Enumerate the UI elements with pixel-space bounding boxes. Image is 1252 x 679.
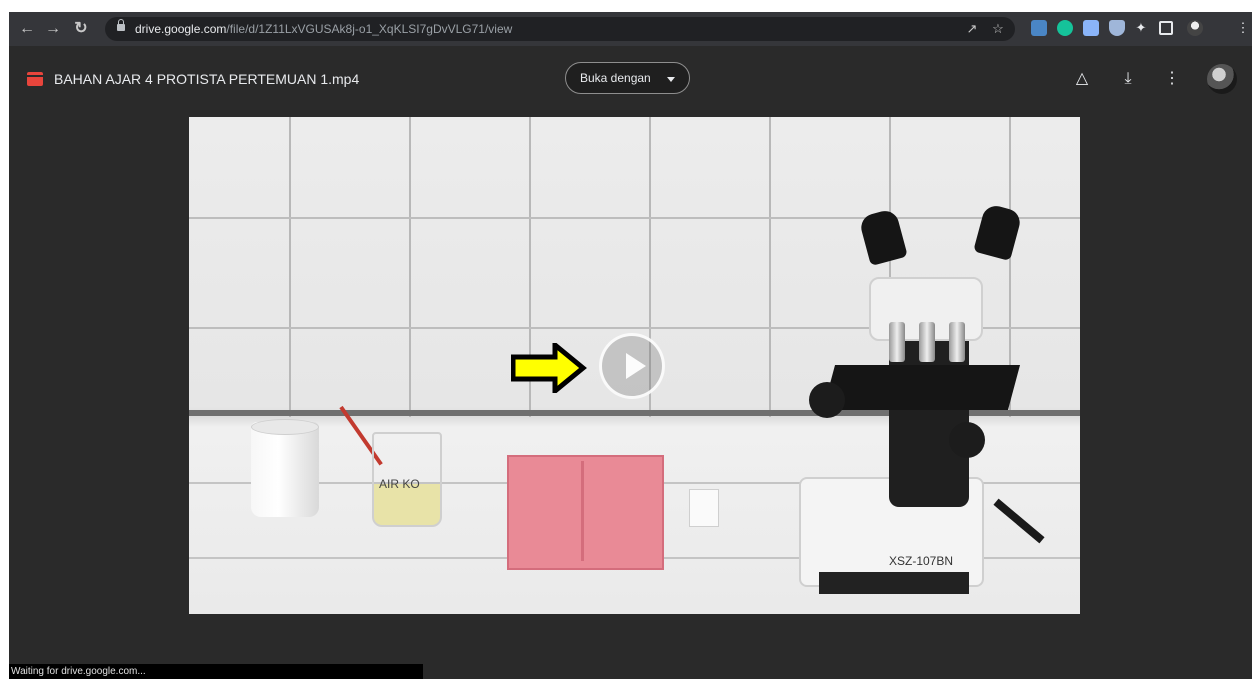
yellow-arrow-icon bbox=[511, 343, 587, 393]
status-bar: Waiting for drive.google.com... bbox=[9, 664, 423, 679]
browser-window: ← → ↻ drive.google.com/file/d/1Z11LxVGUS… bbox=[9, 12, 1252, 679]
sidepanel-icon[interactable] bbox=[1159, 21, 1173, 35]
more-options-icon[interactable]: ⋮ bbox=[1159, 66, 1185, 92]
open-with-button[interactable]: Buka dengan bbox=[565, 62, 690, 94]
focus-knob bbox=[949, 422, 985, 458]
url-host: drive.google.com bbox=[135, 22, 227, 36]
eyepiece-right bbox=[973, 202, 1023, 262]
power-cable bbox=[993, 498, 1045, 544]
puzzle-icon[interactable]: ✦ bbox=[1133, 20, 1149, 36]
microscope-model-label: XSZ-107BN bbox=[889, 554, 954, 568]
reload-icon[interactable]: ↻ bbox=[71, 19, 91, 39]
profile-icon[interactable] bbox=[1187, 20, 1203, 36]
forward-icon[interactable]: → bbox=[43, 19, 63, 39]
tile-line bbox=[289, 117, 291, 417]
microscope-stage bbox=[822, 365, 1021, 410]
white-container-rim bbox=[251, 419, 319, 435]
microscope-foot bbox=[819, 572, 969, 594]
browser-toolbar: ← → ↻ drive.google.com/file/d/1Z11LxVGUS… bbox=[9, 12, 1252, 46]
chevron-down-icon bbox=[667, 77, 675, 82]
url-text[interactable]: drive.google.com/file/d/1Z11LxVGUSAk8j-o… bbox=[135, 22, 512, 36]
video-player[interactable]: AIR KO XSZ-107BN bbox=[189, 117, 1080, 614]
docs-icon[interactable] bbox=[1083, 20, 1099, 36]
objective-lens bbox=[919, 322, 935, 362]
lock-icon[interactable] bbox=[117, 19, 125, 31]
address-bar[interactable]: drive.google.com/file/d/1Z11LxVGUSAk8j-o… bbox=[105, 17, 1015, 41]
focus-knob bbox=[809, 382, 845, 418]
objective-lens bbox=[949, 322, 965, 362]
tile-line bbox=[189, 217, 1080, 219]
objective-lens bbox=[889, 322, 905, 362]
back-icon[interactable]: ← bbox=[17, 19, 37, 39]
tile-line bbox=[769, 117, 771, 417]
share-icon[interactable]: ↗ bbox=[963, 20, 981, 38]
pink-slide-tray bbox=[507, 455, 664, 570]
drive-header: BAHAN AJAR 4 PROTISTA PERTEMUAN 1.mp4 Bu… bbox=[9, 46, 1252, 112]
url-path: /file/d/1Z11LxVGUSAk8j-o1_XqKLSI7gDvVLG7… bbox=[226, 22, 513, 36]
account-avatar[interactable] bbox=[1207, 64, 1237, 94]
extension-a-icon[interactable] bbox=[1031, 20, 1047, 36]
video-file-icon bbox=[27, 72, 43, 86]
tile-line bbox=[409, 117, 411, 417]
file-title: BAHAN AJAR 4 PROTISTA PERTEMUAN 1.mp4 bbox=[54, 71, 360, 87]
grammarly-icon[interactable] bbox=[1057, 20, 1073, 36]
beaker-label: AIR KO bbox=[379, 477, 420, 491]
open-with-label: Buka dengan bbox=[580, 71, 651, 85]
glass-slide bbox=[689, 489, 719, 527]
white-container bbox=[251, 422, 319, 517]
star-icon[interactable]: ☆ bbox=[989, 20, 1007, 38]
menu-icon[interactable]: ⋮ bbox=[1235, 20, 1251, 36]
add-to-drive-icon[interactable]: △ bbox=[1069, 66, 1095, 92]
shield-icon[interactable] bbox=[1109, 20, 1125, 36]
download-icon[interactable]: ⤓ bbox=[1115, 66, 1141, 92]
play-button[interactable] bbox=[599, 333, 665, 399]
